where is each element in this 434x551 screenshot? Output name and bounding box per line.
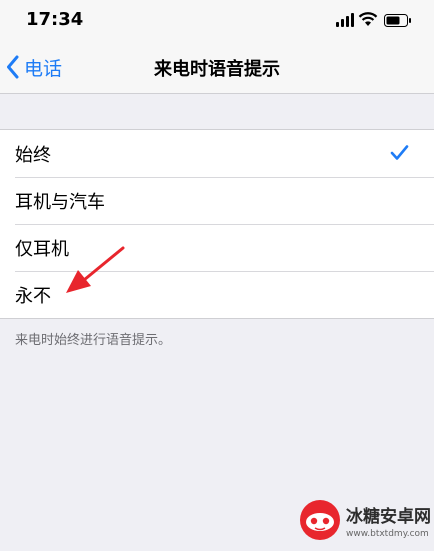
watermark: 冰糖安卓网 www.btxtdmy.com xyxy=(294,489,434,551)
watermark-name: 冰糖安卓网 xyxy=(346,506,431,527)
watermark-logo-icon xyxy=(300,500,340,540)
watermark-url: www.btxtdmy.com xyxy=(346,528,429,539)
annotation-arrow-icon xyxy=(66,246,125,293)
watermark-text: 冰糖安卓网 www.btxtdmy.com xyxy=(346,502,431,539)
